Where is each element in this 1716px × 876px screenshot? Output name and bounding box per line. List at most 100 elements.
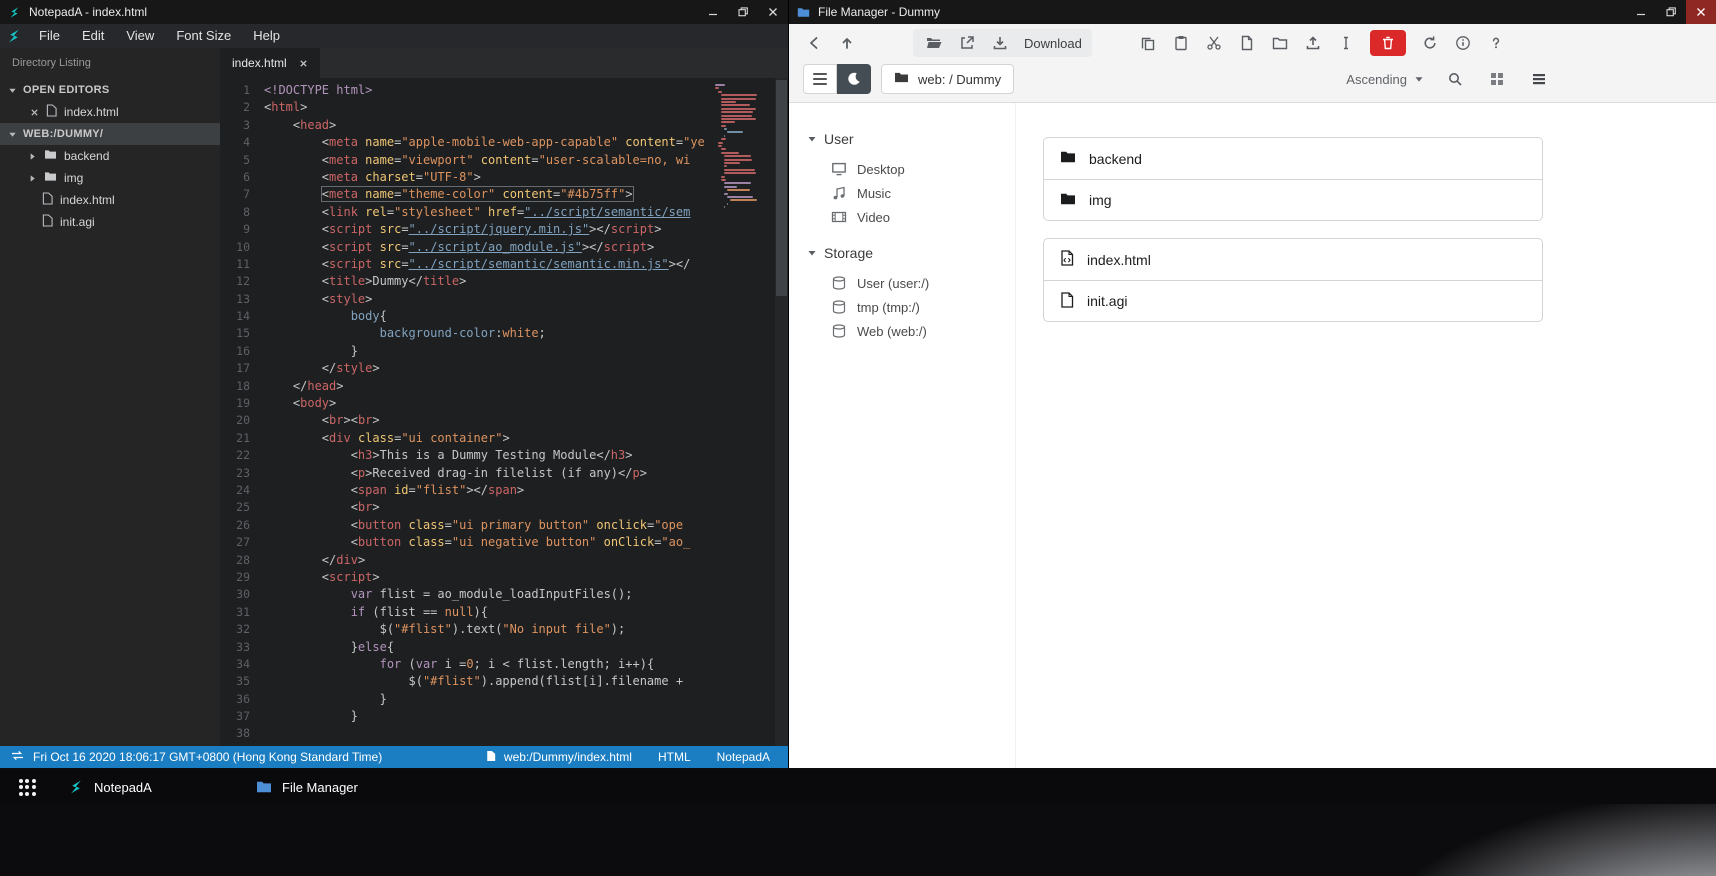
download-icon[interactable] — [989, 32, 1011, 54]
breadcrumb[interactable]: web: / Dummy — [881, 64, 1015, 94]
sidebar-item-tmp-drive[interactable]: tmp (tmp:/) — [807, 295, 1015, 319]
cut-button[interactable] — [1203, 32, 1225, 54]
code-line[interactable]: 32 $("#flist").text("No input file"); — [220, 621, 788, 638]
minimize-button[interactable] — [1626, 0, 1656, 24]
code-line[interactable]: 18 </head> — [220, 378, 788, 395]
code-line[interactable]: 2 <html> — [220, 99, 788, 116]
code-line[interactable]: 4 <meta name="apple-mobile-web-app-capab… — [220, 134, 788, 151]
code-editor[interactable]: 1 <!DOCTYPE html> 2 <html> 3 <head> 4 <meta n… — [220, 78, 788, 746]
code-line[interactable]: 25 <br> — [220, 499, 788, 516]
menu-help[interactable]: Help — [242, 24, 291, 48]
taskbar-item-notepada[interactable]: NotepadA — [54, 770, 242, 804]
code-line[interactable]: 38 — [220, 725, 788, 742]
sidebar-item-desktop[interactable]: Desktop — [807, 157, 1015, 181]
workspace-root[interactable]: WEB:/DUMMY/ — [0, 123, 220, 145]
sort-dropdown[interactable]: Ascending — [1346, 72, 1424, 87]
code-line[interactable]: 23 <p>Received drag-in filelist (if any)… — [220, 465, 788, 482]
code-line[interactable]: 3 <head> — [220, 117, 788, 134]
file-row-index-html[interactable]: index.html — [1044, 239, 1542, 280]
code-line[interactable]: 15 background-color:white; — [220, 325, 788, 342]
upload-button[interactable] — [1302, 32, 1324, 54]
sync-icon[interactable] — [10, 750, 25, 764]
code-line[interactable]: 31 if (flist == null){ — [220, 604, 788, 621]
paste-button[interactable] — [1170, 32, 1192, 54]
tree-item-img[interactable]: img — [0, 167, 220, 189]
notepad-titlebar[interactable]: NotepadA - index.html — [0, 0, 788, 24]
sidebar-item-video[interactable]: Video — [807, 205, 1015, 229]
open-external-button[interactable] — [956, 32, 978, 54]
code-line[interactable]: 11 <script src="../script/semantic/seman… — [220, 256, 788, 273]
code-line[interactable]: 20 <br><br> — [220, 412, 788, 429]
code-line[interactable]: 21 <div class="ui container"> — [220, 430, 788, 447]
nav-group-user[interactable]: User — [807, 131, 1015, 147]
code-line[interactable]: 19 <body> — [220, 395, 788, 412]
minimize-button[interactable] — [698, 0, 728, 24]
code-line[interactable]: 33 }else{ — [220, 639, 788, 656]
code-line[interactable]: 27 <button class="ui negative button" on… — [220, 534, 788, 551]
restore-button[interactable] — [728, 0, 758, 24]
sidebar-item-user-drive[interactable]: User (user:/) — [807, 271, 1015, 295]
download-button[interactable]: Download — [1022, 36, 1082, 51]
rename-button[interactable] — [1335, 32, 1357, 54]
tree-item-backend[interactable]: backend — [0, 145, 220, 167]
new-folder-button[interactable] — [1269, 32, 1291, 54]
code-line[interactable]: 17 </style> — [220, 360, 788, 377]
nav-group-storage[interactable]: Storage — [807, 245, 1015, 261]
menu-toggle-button[interactable] — [803, 64, 837, 94]
back-button[interactable] — [803, 32, 825, 54]
code-line[interactable]: 6 <meta charset="UTF-8"> — [220, 169, 788, 186]
code-line[interactable]: 7 <meta name="theme-color" content="#4b7… — [220, 186, 788, 203]
minimap[interactable] — [715, 84, 771, 213]
code-line[interactable]: 16 } — [220, 343, 788, 360]
code-line[interactable]: 34 for (var i =0; i < flist.length; i++)… — [220, 656, 788, 673]
up-button[interactable] — [836, 32, 858, 54]
menu-font-size[interactable]: Font Size — [165, 24, 242, 48]
code-line[interactable]: 36 } — [220, 691, 788, 708]
tab-close-icon[interactable] — [299, 59, 308, 68]
code-line[interactable]: 13 <style> — [220, 291, 788, 308]
close-button[interactable] — [1686, 0, 1716, 24]
code-line[interactable]: 5 <meta name="viewport" content="user-sc… — [220, 152, 788, 169]
close-icon[interactable] — [30, 108, 39, 117]
sidebar-item-web-drive[interactable]: Web (web:/) — [807, 319, 1015, 343]
code-line[interactable]: 28 </div> — [220, 552, 788, 569]
editor-scrollbar[interactable] — [775, 78, 788, 746]
file-row-img[interactable]: img — [1044, 179, 1542, 220]
code-line[interactable]: 22 <h3>This is a Dummy Testing Module</h… — [220, 447, 788, 464]
copy-button[interactable] — [1137, 32, 1159, 54]
new-file-button[interactable] — [1236, 32, 1258, 54]
search-button[interactable] — [1444, 68, 1466, 90]
file-row-backend[interactable]: backend — [1044, 138, 1542, 179]
taskbar-item-file-manager[interactable]: File Manager — [242, 770, 430, 804]
help-button[interactable] — [1485, 32, 1507, 54]
refresh-button[interactable] — [1419, 32, 1441, 54]
scrollbar-thumb[interactable] — [776, 80, 787, 296]
code-line[interactable]: 30 var flist = ao_module_loadInputFiles(… — [220, 586, 788, 603]
close-button[interactable] — [758, 0, 788, 24]
open-editor-item-index-html[interactable]: index.html — [0, 101, 220, 123]
info-button[interactable] — [1452, 32, 1474, 54]
app-launcher-button[interactable] — [12, 770, 42, 804]
restore-button[interactable] — [1656, 0, 1686, 24]
theme-toggle-button[interactable] — [837, 64, 871, 94]
open-editors-section[interactable]: OPEN EDITORS — [0, 79, 220, 101]
code-line[interactable]: 24 <span id="flist"></span> — [220, 482, 788, 499]
grid-view-button[interactable] — [1486, 68, 1508, 90]
code-line[interactable]: 29 <script> — [220, 569, 788, 586]
tree-item-init-agi[interactable]: init.agi — [0, 211, 220, 233]
code-line[interactable]: 14 body{ — [220, 308, 788, 325]
menu-edit[interactable]: Edit — [71, 24, 115, 48]
code-line[interactable]: 12 <title>Dummy</title> — [220, 273, 788, 290]
code-line[interactable]: 10 <script src="../script/ao_module.js">… — [220, 239, 788, 256]
tab-index-html[interactable]: index.html — [220, 48, 320, 78]
list-view-button[interactable] — [1528, 68, 1550, 90]
code-line[interactable]: 8 <link rel="stylesheet" href="../script… — [220, 204, 788, 221]
menu-view[interactable]: View — [115, 24, 165, 48]
code-line[interactable]: 1 <!DOCTYPE html> — [220, 82, 788, 99]
code-line[interactable]: 37 } — [220, 708, 788, 725]
code-line[interactable]: 35 $("#flist").append(flist[i].filename … — [220, 673, 788, 690]
tree-item-index-html[interactable]: index.html — [0, 189, 220, 211]
menu-file[interactable]: File — [28, 24, 71, 48]
sidebar-item-music[interactable]: Music — [807, 181, 1015, 205]
open-folder-button[interactable] — [923, 32, 945, 54]
